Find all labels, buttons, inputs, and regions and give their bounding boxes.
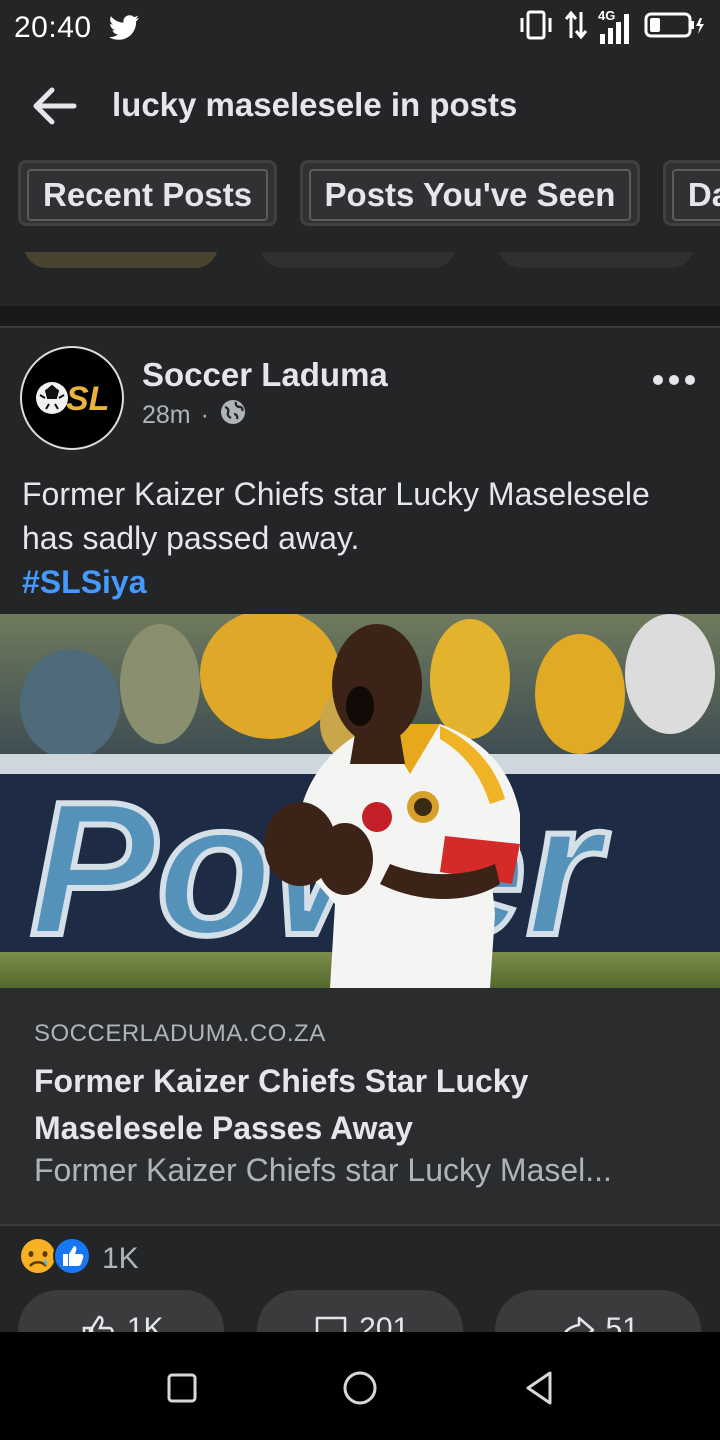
search-row: lucky maselesele in posts <box>0 76 720 136</box>
filter-chip-label: Posts You've Seen <box>308 169 632 221</box>
globe-icon <box>219 398 247 433</box>
system-navigation-bar <box>0 1332 720 1440</box>
vibrate-icon <box>518 10 554 48</box>
status-time: 20:40 <box>14 11 92 44</box>
filter-chip-posts-seen[interactable]: Posts You've Seen <box>299 160 641 226</box>
filter-chip-recent-posts[interactable]: Recent Posts <box>18 160 278 226</box>
page-name[interactable]: Soccer Laduma <box>142 356 388 394</box>
reaction-summary[interactable]: 1K <box>18 1236 139 1281</box>
link-preview[interactable]: SOCCERLADUMA.CO.ZA Former Kaizer Chiefs … <box>0 988 720 1224</box>
twitter-icon <box>108 14 140 42</box>
section-divider <box>0 306 720 328</box>
status-bar: 20:40 4G <box>0 0 720 56</box>
status-icons: 4G <box>518 8 706 48</box>
circle-icon <box>343 1371 377 1405</box>
back-button[interactable] <box>30 86 78 126</box>
battery-icon <box>644 10 706 48</box>
back-triangle-icon <box>526 1371 552 1405</box>
post-photo[interactable]: Power <box>0 614 720 988</box>
separator-dot: · <box>200 401 209 429</box>
like-icon <box>52 1236 92 1281</box>
recent-apps-button[interactable] <box>162 1368 202 1408</box>
scrolled-chip-row <box>0 252 720 272</box>
signal-icon: 4G <box>598 8 634 46</box>
search-query[interactable]: lucky maselesele in posts <box>112 86 517 124</box>
post-time[interactable]: 28m <box>142 401 191 430</box>
logo-text: SL <box>66 380 109 418</box>
link-title: Former Kaizer Chiefs Star Lucky Maselese… <box>34 1063 529 1146</box>
hashtag-link[interactable]: #SLSiya <box>22 560 702 604</box>
post-card: SL Soccer Laduma 28m · Former Kaizer Chi… <box>0 326 720 1370</box>
filter-chips: Recent Posts Posts You've Seen Da <box>18 160 720 234</box>
more-options-button[interactable] <box>652 368 696 392</box>
filter-chip-label: Recent Posts <box>27 169 269 221</box>
post-meta: 28m · <box>142 398 247 433</box>
post-text: Former Kaizer Chiefs star Lucky Maselese… <box>22 472 702 604</box>
filter-chip-label: Da <box>671 169 720 221</box>
home-button[interactable] <box>340 1368 380 1408</box>
square-icon <box>167 1373 197 1403</box>
search-header: lucky maselesele in posts Recent Posts P… <box>0 56 720 306</box>
avatar[interactable]: SL <box>20 346 124 450</box>
system-back-button[interactable] <box>520 1368 560 1408</box>
link-description: Former Kaizer Chiefs star Lucky Masel... <box>34 1152 612 1188</box>
soccer-laduma-logo: SL <box>36 380 109 418</box>
reaction-count: 1K <box>102 1241 139 1275</box>
data-arrows-icon <box>564 10 588 48</box>
filter-chip-date[interactable]: Da <box>662 160 720 226</box>
more-dots-icon <box>653 375 695 385</box>
divider <box>0 1224 720 1226</box>
arrow-left-icon <box>33 87 77 125</box>
post-body: Former Kaizer Chiefs star Lucky Maselese… <box>22 476 650 556</box>
link-domain: SOCCERLADUMA.CO.ZA <box>34 1020 326 1047</box>
ghost-chip <box>260 252 456 268</box>
footballer-celebrating-image: Power <box>0 614 720 988</box>
ghost-chip <box>24 252 218 268</box>
ghost-chip <box>498 252 694 268</box>
